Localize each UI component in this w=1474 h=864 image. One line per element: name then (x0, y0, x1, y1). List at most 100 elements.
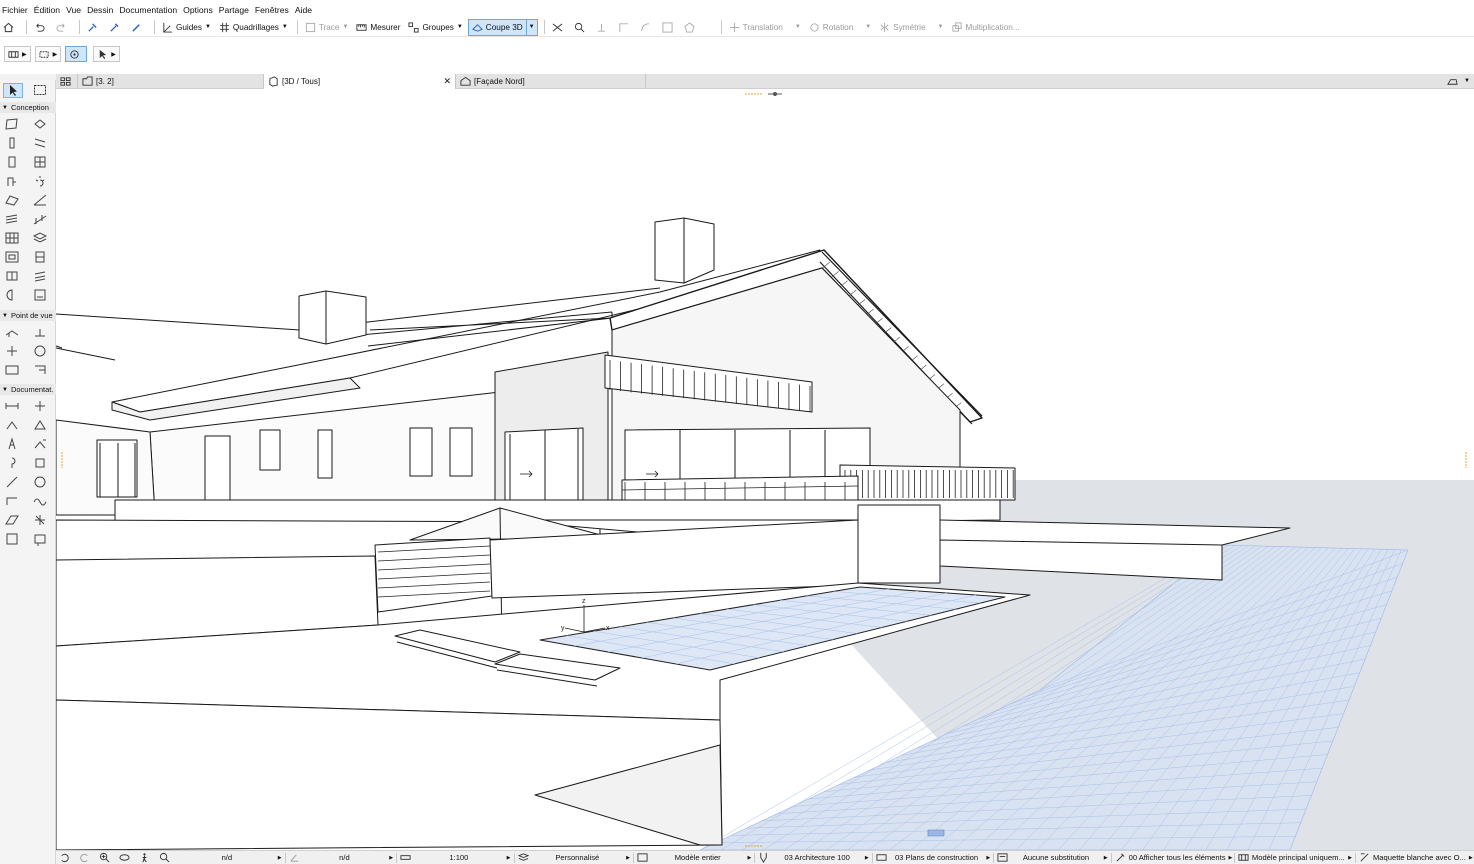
menu-fichier[interactable]: Fichier (2, 5, 28, 15)
undo-button[interactable] (31, 19, 51, 36)
tab-options[interactable]: ▼ (1447, 76, 1470, 87)
menu-dessin[interactable]: Dessin (87, 5, 113, 15)
design-tool-icon[interactable] (33, 193, 47, 207)
documentation-tool-icon[interactable] (33, 456, 47, 470)
documentation-tool-icon[interactable] (33, 475, 47, 489)
zoom-find-button[interactable] (571, 19, 591, 36)
layer-combo-selector[interactable]: Personnalisé ▶ (515, 851, 633, 864)
override-selector[interactable]: Aucune substitution ▶ (994, 851, 1110, 864)
coupe3d-dropdown[interactable]: ▼ (525, 18, 538, 36)
coupe3d-button[interactable]: Coupe 3D (467, 18, 527, 36)
menu-aide[interactable]: Aide (295, 5, 312, 15)
documentation-tool-icon[interactable] (33, 399, 47, 413)
symetrie-button[interactable]: Symétrie ▼ (876, 19, 946, 36)
dimension-selector[interactable]: 03 Plans de construction ▶ (873, 851, 993, 864)
design-tool-icon[interactable] (33, 250, 47, 264)
scale-selector[interactable]: 1:100 ▶ (397, 851, 513, 864)
close-icon[interactable]: ✕ (443, 76, 451, 87)
design-tool-icon[interactable] (5, 193, 19, 207)
zoom-in-button[interactable] (96, 851, 116, 864)
redo-button[interactable] (53, 19, 73, 36)
pointer-selector[interactable]: ▶ (93, 46, 120, 62)
orbit-selector[interactable] (65, 46, 88, 62)
design-tool-icon[interactable] (33, 288, 47, 302)
design-tool-icon[interactable] (5, 269, 19, 283)
elevation-button[interactable] (593, 19, 613, 36)
mesurer-button[interactable]: Mesurer (353, 19, 403, 36)
3d-model-canvas[interactable]: z y x (56, 89, 1474, 850)
curve-button[interactable] (637, 19, 657, 36)
design-tool-icon[interactable] (33, 117, 47, 131)
viewpoint-tool-icon[interactable] (5, 363, 19, 377)
layer-selector[interactable]: ▶ (4, 46, 31, 62)
renovation-selector[interactable]: 00 Afficher tous les éléments ▶ (1112, 851, 1234, 864)
design-tool-icon[interactable] (5, 250, 19, 264)
design-tool-icon[interactable] (33, 155, 47, 169)
orbit-button[interactable] (116, 851, 136, 864)
documentation-tool-icon[interactable] (33, 437, 47, 451)
documentation-tool-icon[interactable] (5, 475, 19, 489)
pick-up-button[interactable] (84, 19, 104, 36)
design-tool-icon[interactable] (5, 117, 19, 131)
home-button[interactable] (0, 19, 20, 36)
design-tool-icon[interactable] (33, 136, 47, 150)
groupes-button[interactable]: Groupes ▼ (405, 19, 465, 36)
documentation-tool-icon[interactable] (5, 532, 19, 546)
offset-button[interactable] (615, 19, 635, 36)
section-documentation[interactable]: ▼ Documentat. (0, 384, 56, 395)
documentation-tool-icon[interactable] (5, 437, 19, 451)
translation-button[interactable]: Translation ▼ (726, 19, 804, 36)
viewpoint-tool-icon[interactable] (33, 344, 47, 358)
tab-plan[interactable]: [3. 2] (78, 73, 264, 89)
design-tool-icon[interactable] (33, 174, 47, 188)
tab-overview[interactable] (56, 73, 78, 89)
undo-view-button[interactable] (56, 851, 76, 864)
geometry-selector[interactable]: ▶ (34, 46, 62, 62)
zoom-value[interactable]: n/d ▶ (176, 851, 285, 864)
design-tool-icon[interactable] (33, 212, 47, 226)
marquee-tool-icon[interactable] (33, 83, 47, 97)
redo-view-button[interactable] (76, 851, 96, 864)
viewpoint-tool-icon[interactable] (33, 363, 47, 377)
menu-partage[interactable]: Partage (219, 5, 249, 15)
design-tool-icon[interactable] (5, 212, 19, 226)
eyedropper-button[interactable] (106, 19, 126, 36)
syringe-button[interactable] (128, 19, 148, 36)
menu-documentation[interactable]: Documentation (119, 5, 177, 15)
tab-3d[interactable]: [3D / Tous] ✕ (264, 73, 456, 89)
guides-button[interactable]: Guides ▼ (159, 19, 214, 36)
design-tool-icon[interactable] (33, 269, 47, 283)
walk-button[interactable] (136, 851, 156, 864)
polygon-button[interactable] (681, 19, 701, 36)
multiplication-button[interactable]: Multiplication... (949, 19, 1023, 36)
trace-button[interactable]: Trace ▼ (302, 19, 352, 36)
viewpoint-tool-icon[interactable] (33, 325, 47, 339)
angle-value[interactable]: n/d ▶ (286, 851, 397, 864)
documentation-tool-icon[interactable] (5, 494, 19, 508)
documentation-tool-icon[interactable] (33, 494, 47, 508)
zoom-fit-button[interactable] (156, 851, 176, 864)
section-conception[interactable]: ▼ Conception (0, 102, 56, 113)
pen-set-selector[interactable]: 03 Architecture 100 ▶ (755, 851, 871, 864)
rotation-button[interactable]: Rotation ▼ (806, 19, 874, 36)
graphic-override-selector[interactable]: Maquette blanche avec O... ▶ (1356, 851, 1474, 864)
menu-fenetres[interactable]: Fenêtres (255, 5, 289, 15)
documentation-tool-icon[interactable] (5, 513, 19, 527)
design-tool-icon[interactable] (5, 155, 19, 169)
documentation-tool-icon[interactable] (33, 532, 47, 546)
structural-selector[interactable]: Modèle principal uniquem... ▶ (1235, 851, 1355, 864)
explode-button[interactable] (549, 19, 569, 36)
design-tool-icon[interactable] (5, 136, 19, 150)
menu-edition[interactable]: Édition (34, 5, 60, 15)
quadrillages-button[interactable]: Quadrillages ▼ (216, 19, 291, 36)
design-tool-icon[interactable] (5, 288, 19, 302)
menu-options[interactable]: Options (183, 5, 213, 15)
menu-vue[interactable]: Vue (66, 5, 81, 15)
section-point-de-vue[interactable]: ▼ Point de vue (0, 310, 56, 321)
documentation-tool-icon[interactable] (5, 399, 19, 413)
design-tool-icon[interactable] (5, 231, 19, 245)
3d-viewport[interactable]: z y x (56, 89, 1474, 850)
viewpoint-tool-icon[interactable] (5, 344, 19, 358)
documentation-tool-icon[interactable] (33, 418, 47, 432)
tab-facade[interactable]: [Façade Nord] (456, 73, 646, 89)
